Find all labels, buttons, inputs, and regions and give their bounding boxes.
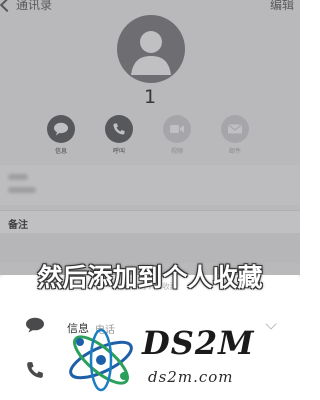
- watermark-text: DS2M: [142, 324, 255, 362]
- atom-logo-icon: [69, 328, 133, 392]
- message-icon: [25, 317, 45, 337]
- caption-text: 然后添加到个人收藏: [37, 263, 263, 292]
- watermark-url: ds2m.com: [148, 368, 234, 386]
- phone-icon: [25, 360, 45, 384]
- watermark-logo: DS2M ds2m.com: [62, 320, 290, 398]
- dim-overlay: [0, 0, 300, 275]
